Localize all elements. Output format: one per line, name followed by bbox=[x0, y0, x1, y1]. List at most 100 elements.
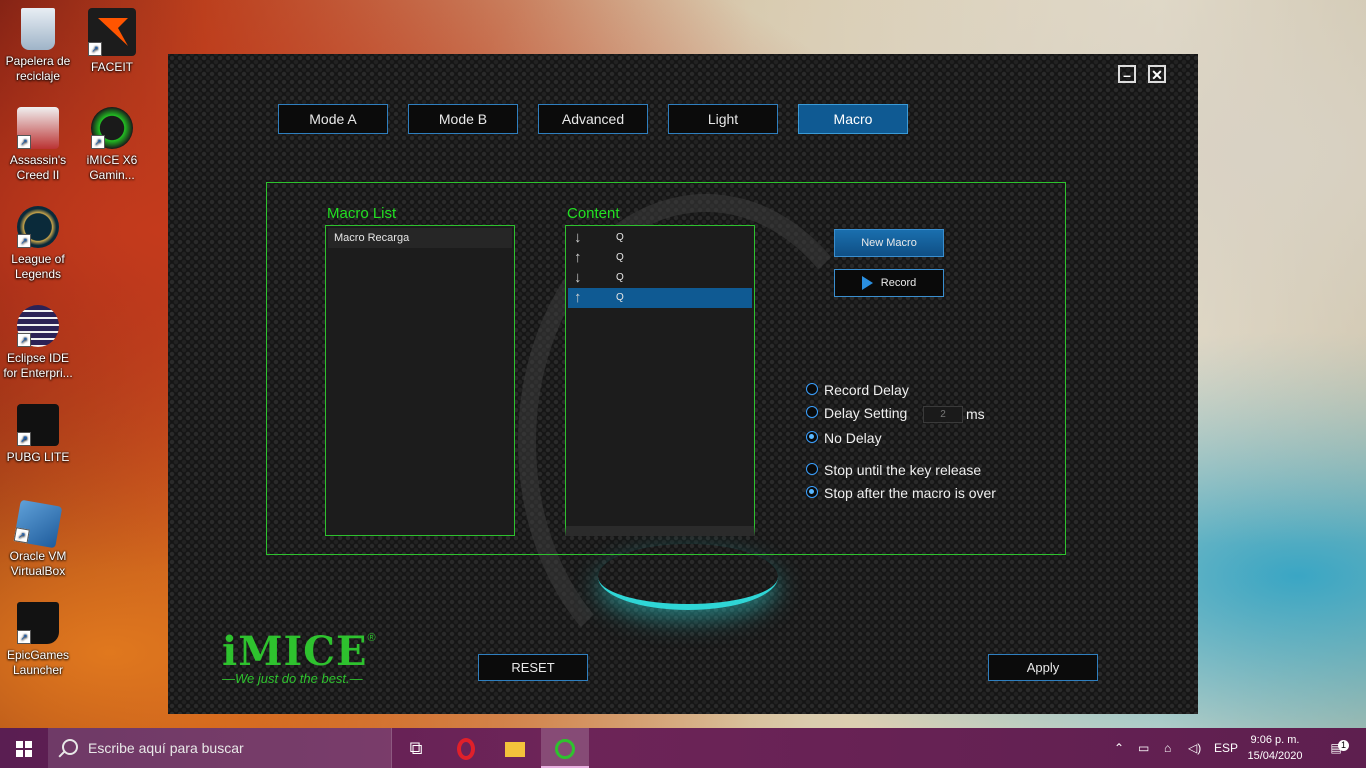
minimize-button[interactable]: – bbox=[1118, 65, 1136, 83]
desktop-icon-recycle-bin[interactable]: Papelera de reciclaje bbox=[0, 8, 76, 84]
close-icon: ✕ bbox=[1151, 67, 1163, 83]
content-row[interactable]: ↓ Q bbox=[568, 228, 752, 248]
clock-date: 15/04/2020 bbox=[1247, 750, 1303, 762]
key-down-icon: ↓ bbox=[574, 229, 582, 246]
desktop-icon-label: Assassin's Creed II bbox=[9, 153, 67, 182]
imice-icon bbox=[555, 739, 575, 760]
content-row[interactable]: ↑ Q bbox=[568, 248, 752, 268]
radio-button-checked[interactable] bbox=[806, 486, 818, 498]
desktop-icon-virtualbox[interactable]: ↗ Oracle VM VirtualBox bbox=[0, 499, 76, 579]
search-icon bbox=[62, 739, 78, 755]
desktop-icon-label: Eclipse IDE for Enterpri... bbox=[3, 351, 73, 380]
league-icon: ↗ bbox=[17, 206, 59, 248]
desktop-icon-eclipse[interactable]: ↗ Eclipse IDE for Enterpri... bbox=[0, 305, 76, 381]
tab-mode-b[interactable]: Mode B bbox=[408, 104, 518, 134]
radio-button[interactable] bbox=[806, 383, 818, 395]
content-key: Q bbox=[616, 232, 624, 243]
opera-icon bbox=[457, 738, 475, 761]
content-title: Content bbox=[567, 205, 620, 222]
desktop-icon-pubg[interactable]: ↗ PUBG LITE bbox=[0, 404, 76, 465]
reset-button[interactable]: RESET bbox=[478, 654, 588, 681]
content-row[interactable]: ↓ Q bbox=[568, 268, 752, 288]
play-icon bbox=[861, 276, 873, 291]
close-button[interactable]: ✕ bbox=[1148, 65, 1166, 83]
radio-label: Stop until the key release bbox=[824, 462, 982, 478]
desktop-icon-faceit[interactable]: ↗ FACEIT bbox=[74, 8, 150, 75]
battery-icon: ▭ bbox=[1138, 741, 1150, 755]
network-icon: ⌂ bbox=[1164, 741, 1172, 755]
tab-mode-a[interactable]: Mode A bbox=[278, 104, 388, 134]
tray-network[interactable]: ⌂ bbox=[1164, 728, 1171, 768]
content-list[interactable]: ↓ Q ↑ Q ↓ Q ↑ Q bbox=[565, 225, 755, 536]
notification-count: 1 bbox=[1338, 740, 1349, 751]
apply-button[interactable]: Apply bbox=[988, 654, 1098, 681]
radio-button[interactable] bbox=[806, 406, 818, 418]
tab-macro[interactable]: Macro bbox=[798, 104, 908, 134]
key-up-icon: ↑ bbox=[574, 289, 582, 306]
desktop-icon-epic[interactable]: ↗ EpicGames Launcher bbox=[0, 602, 76, 678]
task-view-button[interactable]: ⧉ bbox=[392, 728, 440, 768]
list-item[interactable]: Macro Recarga bbox=[328, 228, 512, 248]
macro-list[interactable]: Macro Recarga bbox=[325, 225, 515, 536]
logo-tagline: —We just do the best.— bbox=[222, 671, 363, 686]
start-button[interactable] bbox=[0, 728, 48, 768]
delay-unit: ms bbox=[966, 406, 985, 422]
notification-center[interactable]: ▤ 1 bbox=[1324, 728, 1349, 768]
radio-label: Delay Setting bbox=[824, 405, 908, 421]
assassins-creed-icon: ↗ bbox=[17, 107, 59, 149]
content-key: Q bbox=[616, 252, 624, 263]
content-key: Q bbox=[616, 272, 624, 283]
radio-label: No Delay bbox=[824, 430, 882, 446]
desktop-icon-label: Oracle VM VirtualBox bbox=[9, 549, 67, 578]
radio-button[interactable] bbox=[806, 463, 818, 475]
tab-light[interactable]: Light bbox=[668, 104, 778, 134]
chevron-up-icon: ⌃ bbox=[1114, 741, 1125, 755]
minimize-icon: – bbox=[1123, 67, 1131, 83]
taskbar: Escribe aquí para buscar ⧉ ⌃ ▭ ⌂ ◁) ESP … bbox=[0, 728, 1366, 768]
epic-icon: ↗ bbox=[17, 602, 59, 644]
taskbar-search[interactable]: Escribe aquí para buscar bbox=[48, 728, 392, 768]
eclipse-icon: ↗ bbox=[17, 305, 59, 347]
search-placeholder: Escribe aquí para buscar bbox=[88, 740, 244, 756]
desktop-icon-label: EpicGames Launcher bbox=[6, 648, 70, 677]
imice-icon: ↗ bbox=[91, 107, 133, 149]
content-row-selected[interactable]: ↑ Q bbox=[568, 288, 752, 308]
virtualbox-icon: ↗ bbox=[13, 499, 63, 549]
tab-advanced[interactable]: Advanced bbox=[538, 104, 648, 134]
file-explorer-button[interactable] bbox=[491, 728, 539, 768]
key-up-icon: ↑ bbox=[574, 249, 582, 266]
imice-logo: iMICE® —We just do the best.— bbox=[222, 632, 422, 686]
radio-label: Stop after the macro is over bbox=[824, 485, 996, 501]
imice-taskbar-button[interactable] bbox=[541, 728, 589, 768]
logo-reg: ® bbox=[367, 632, 376, 644]
desktop-icon-assassins-creed[interactable]: ↗ Assassin's Creed II bbox=[0, 107, 76, 183]
tray-battery[interactable]: ▭ bbox=[1138, 728, 1149, 768]
record-label: Record bbox=[880, 277, 917, 289]
task-view-icon: ⧉ bbox=[409, 738, 423, 758]
tray-up-chevron[interactable]: ⌃ bbox=[1114, 728, 1124, 768]
desktop-icon-label: PUBG LITE bbox=[6, 450, 70, 464]
delay-input[interactable]: 2 bbox=[923, 406, 963, 423]
folder-icon bbox=[505, 741, 525, 757]
tray-language[interactable]: ESP bbox=[1214, 728, 1238, 768]
taskbar-clock[interactable]: 9:06 p. m. 15/04/2020 bbox=[1240, 732, 1310, 764]
opera-taskbar-button[interactable] bbox=[442, 728, 490, 768]
content-key: Q bbox=[616, 292, 624, 303]
desktop-icon-label: iMICE X6 Gamin... bbox=[86, 153, 138, 182]
volume-icon: ◁) bbox=[1188, 741, 1202, 755]
windows-icon bbox=[16, 741, 32, 758]
desktop-icon-label: FACEIT bbox=[90, 60, 133, 74]
desktop-icon-league[interactable]: ↗ League of Legends bbox=[0, 206, 76, 282]
desktop-icon-label: Papelera de reciclaje bbox=[5, 54, 71, 83]
record-button[interactable]: Record bbox=[834, 269, 944, 297]
faceit-icon: ↗ bbox=[88, 8, 136, 56]
tray-volume[interactable]: ◁) bbox=[1188, 728, 1201, 768]
macro-list-title: Macro List bbox=[327, 205, 397, 222]
new-macro-button[interactable]: New Macro bbox=[834, 229, 944, 257]
radio-button-checked[interactable] bbox=[806, 431, 818, 443]
radio-label: Record Delay bbox=[824, 382, 909, 398]
desktop-icon-imice[interactable]: ↗ iMICE X6 Gamin... bbox=[74, 107, 150, 183]
recycle-bin-icon bbox=[21, 8, 55, 50]
clock-time: 9:06 p. m. bbox=[1250, 734, 1300, 746]
desktop-icon-label: League of Legends bbox=[11, 252, 65, 281]
